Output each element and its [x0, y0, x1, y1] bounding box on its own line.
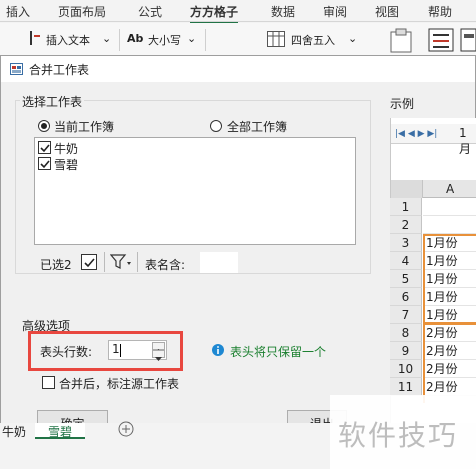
tab-view[interactable]: 视图 — [375, 3, 399, 20]
filter-icon[interactable] — [109, 254, 132, 270]
tab-formulas[interactable]: 公式 — [138, 3, 162, 20]
sheet-list[interactable]: 牛奶 雪碧 — [34, 137, 356, 245]
list-item[interactable]: 牛奶 — [38, 140, 238, 156]
sheet-nav-bar: |◀ ◀ ▶ ▶| 1月 — [391, 124, 476, 156]
form-icon — [428, 28, 454, 52]
list-item[interactable]: 雪碧 — [38, 156, 238, 172]
preview-cell — [423, 216, 476, 234]
column-header-a: A — [446, 182, 455, 196]
radio-all-workbooks-label[interactable]: 全部工作簿 — [227, 118, 287, 135]
radio-all-workbooks[interactable] — [210, 120, 222, 132]
row-header: 4 — [390, 252, 422, 270]
tab-insert[interactable]: 插入 — [6, 3, 30, 20]
row-header: 2 — [390, 216, 422, 234]
row-header: 7 — [390, 306, 422, 324]
nav-first-icon[interactable]: |◀ ◀ ▶ ▶| — [395, 129, 437, 139]
ribbon-tab-bar: 插入 页面布局 公式 方方格子 数据 审阅 视图 帮助 — [0, 0, 476, 24]
ribbon-toolbar: 插入文本 ⌄ Ab 大小写 ⌄ 四舍五入 ⌄ — [0, 23, 476, 55]
select-all-checkbox[interactable] — [81, 254, 97, 270]
watermark-text: 软件技巧 — [338, 419, 459, 452]
stepper-down-icon[interactable] — [152, 350, 165, 361]
header-rows-stepper[interactable]: 1 — [108, 340, 167, 361]
clipboard-icon — [388, 27, 414, 53]
sheet-checkbox-sprite[interactable] — [38, 157, 51, 170]
info-icon — [212, 344, 224, 356]
sheet-tab-sprite[interactable]: 雪碧 — [35, 423, 85, 439]
row-header: 5 — [390, 270, 422, 288]
sheet-tab-milk[interactable]: 牛奶 — [2, 423, 26, 440]
header-rows-label: 表头行数: — [40, 345, 93, 359]
rounding-dropdown-icon[interactable]: ⌄ — [348, 32, 357, 45]
dialog-titlebar: 合并工作表 — [1, 56, 475, 82]
select-sheets-label: 选择工作表 — [20, 93, 85, 110]
sheet-name: 牛奶 — [54, 142, 79, 156]
column-header-row: A — [391, 180, 476, 198]
row-header: 1 — [390, 198, 422, 216]
header-rows-value[interactable]: 1 — [112, 342, 120, 356]
case-button[interactable]: 大小写 — [148, 32, 181, 48]
radio-current-workbook[interactable] — [38, 120, 50, 132]
row-header: 11 — [390, 378, 422, 396]
header-hint: 表头将只保留一个 — [230, 345, 327, 359]
add-sheet-icon[interactable] — [118, 421, 134, 437]
insert-text-button[interactable]: 插入文本 — [46, 32, 90, 48]
mark-source-label[interactable]: 合并后，标注源工作表 — [59, 375, 179, 392]
insert-text-dropdown-icon[interactable]: ⌄ — [102, 32, 111, 45]
tab-help[interactable]: 帮助 — [428, 3, 452, 20]
preview-outline-1 — [423, 234, 476, 324]
case-icon: Ab — [127, 32, 144, 45]
row-header: 6 — [390, 288, 422, 306]
row-header: 10 — [390, 360, 422, 378]
rounding-icon — [267, 31, 285, 47]
stepper-up-icon[interactable] — [152, 342, 165, 353]
radio-current-workbook-label[interactable]: 当前工作簿 — [54, 118, 114, 135]
row-header: 9 — [390, 342, 422, 360]
preview-label: 示例 — [390, 97, 415, 111]
mark-source-checkbox[interactable] — [42, 376, 55, 389]
selected-count: 已选2 — [40, 258, 72, 272]
tab-page-layout[interactable]: 页面布局 — [58, 3, 106, 20]
preview-cell — [423, 198, 476, 216]
sheet-name: 雪碧 — [54, 158, 79, 172]
layout-icon — [460, 28, 476, 52]
rounding-button[interactable]: 四舍五入 — [291, 32, 335, 48]
row-header: 3 — [390, 234, 422, 252]
tab-fangfang[interactable]: 方方格子 — [190, 3, 239, 24]
insert-text-icon — [30, 31, 40, 45]
row-header: 8 — [390, 324, 422, 342]
app-icon — [10, 63, 23, 75]
tab-review[interactable]: 审阅 — [323, 3, 347, 20]
dialog-title: 合并工作表 — [29, 63, 90, 77]
case-dropdown-icon[interactable]: ⌄ — [187, 32, 196, 45]
table-name-label: 表名含: — [145, 258, 186, 272]
preview-outline-2 — [423, 323, 476, 403]
tab-data[interactable]: 数据 — [271, 3, 295, 20]
table-name-input[interactable] — [200, 252, 238, 273]
preview-sheet-tab: 1月 — [459, 126, 472, 156]
sheet-checkbox-milk[interactable] — [38, 141, 51, 154]
